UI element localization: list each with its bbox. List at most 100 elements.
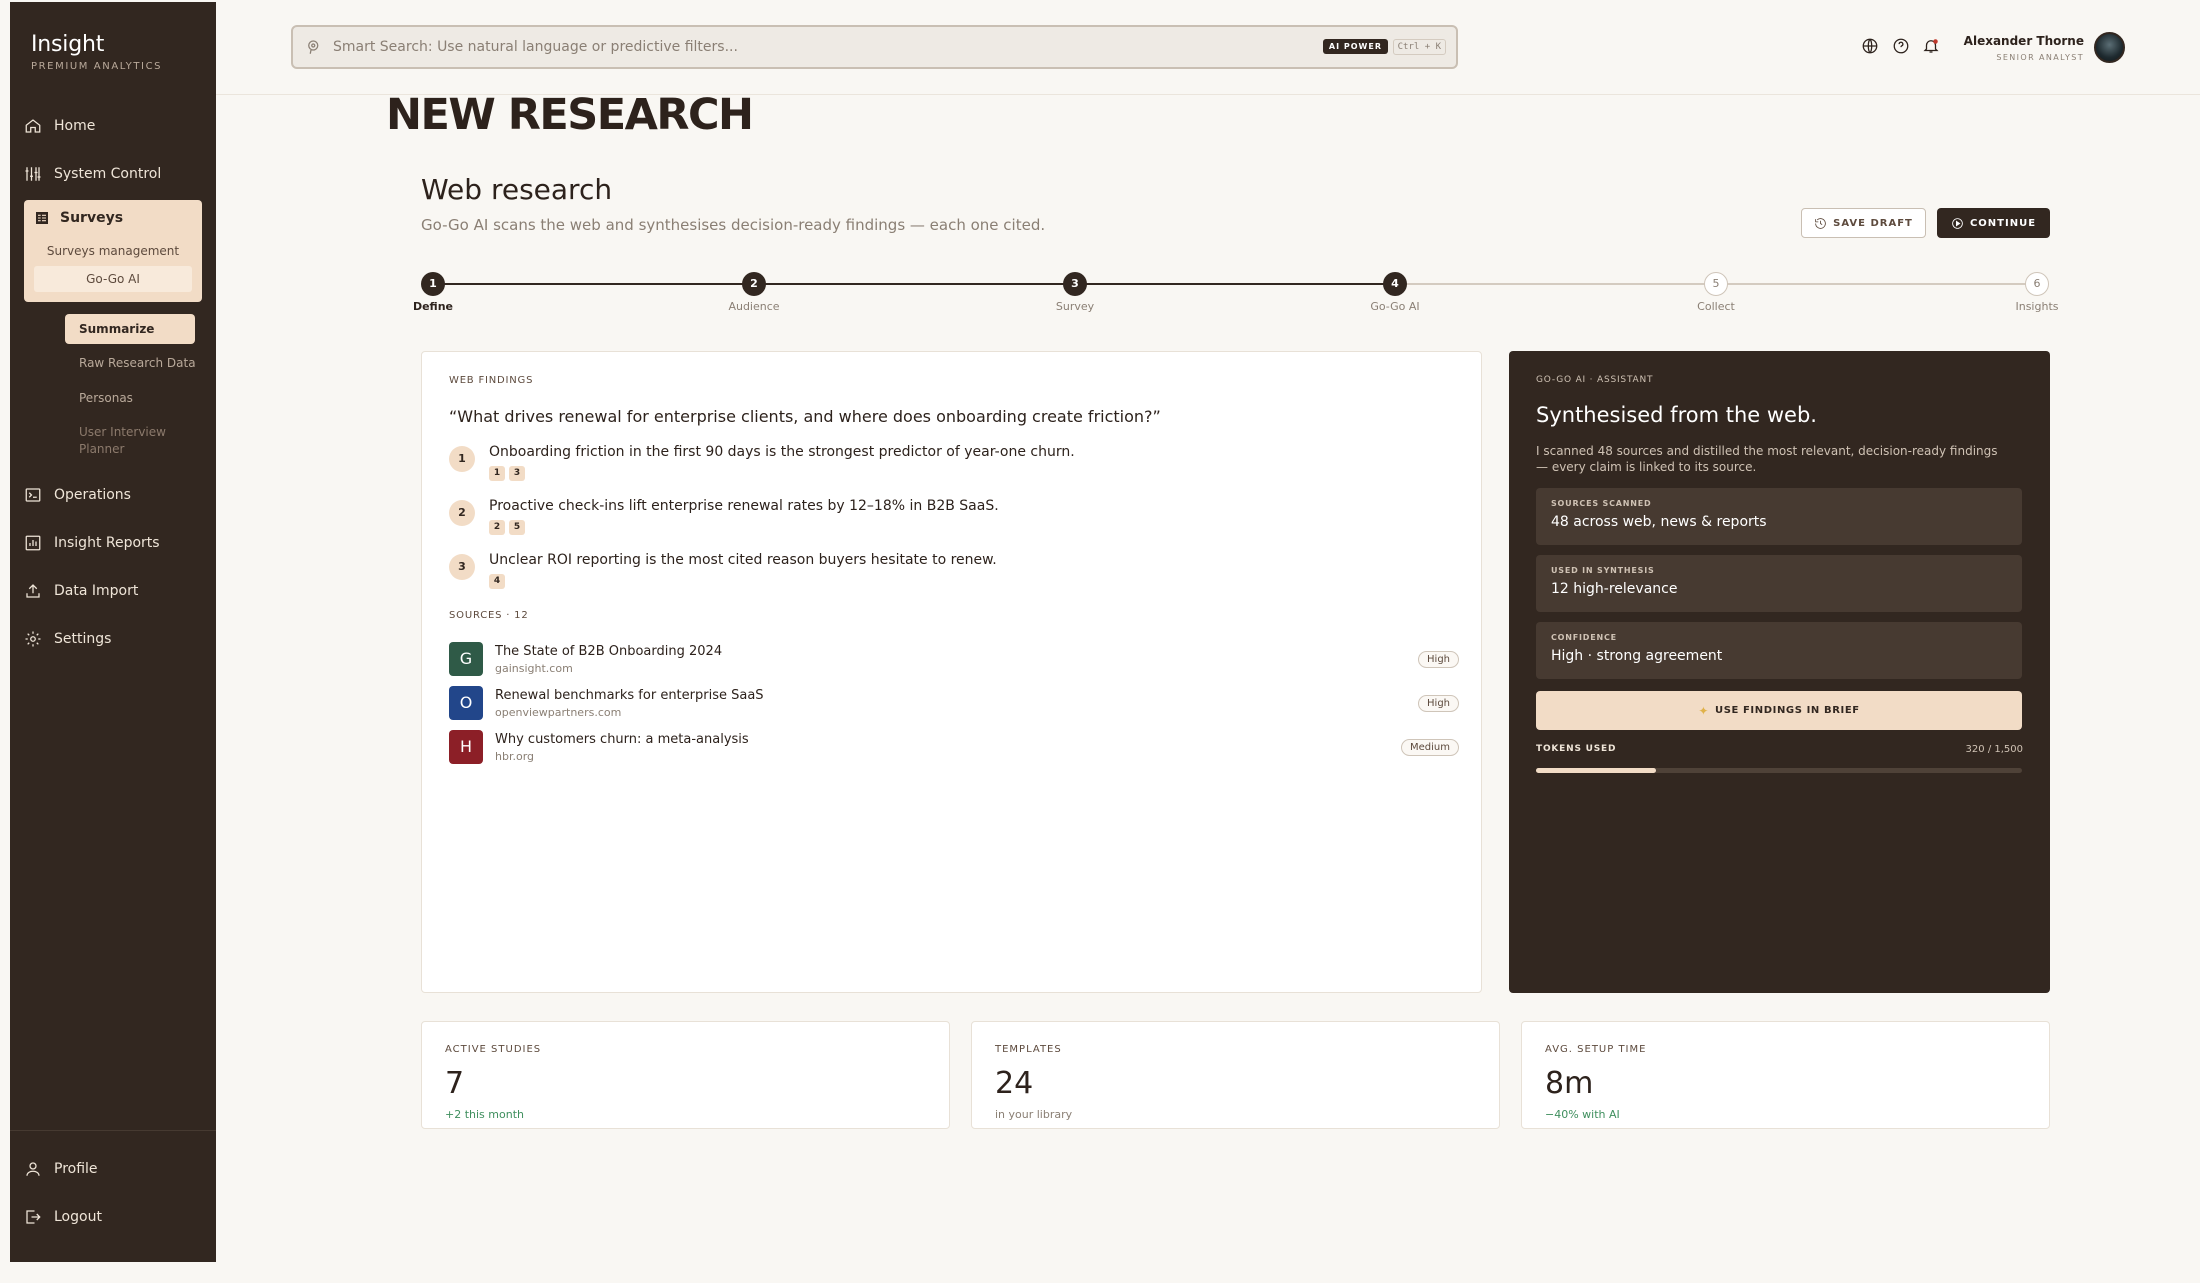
sidebar-item-label: Surveys — [60, 210, 124, 226]
step-5-dot[interactable]: 5 — [1704, 272, 1728, 296]
source-logo: G — [449, 642, 483, 676]
metric-label: ACTIVE STUDIES — [445, 1044, 542, 1055]
sidebar-item-summarize[interactable]: Summarize — [65, 314, 195, 344]
stat-label: SOURCES SCANNED — [1551, 499, 1652, 508]
sidebar-item-insight-reports[interactable]: Insight Reports — [24, 529, 160, 557]
bell-icon[interactable] — [1922, 37, 1940, 55]
citation-chip[interactable]: 5 — [509, 520, 525, 535]
sources-label: SOURCES · 12 — [449, 610, 529, 621]
web-findings-card: WEB FINDINGS “What drives renewal for en… — [421, 351, 1482, 993]
sidebar-divider — [10, 1130, 216, 1131]
source-title: Why customers churn: a meta-analysis — [495, 732, 749, 747]
metric-card-avg-setup-time: AVG. SETUP TIME 8m −40% with AI — [1521, 1021, 2050, 1129]
sidebar-item-operations[interactable]: Operations — [24, 481, 131, 509]
sidebar-item-surveys-management[interactable]: Surveys management — [24, 244, 202, 258]
findings-eyebrow: WEB FINDINGS — [449, 375, 534, 386]
sidebar-item-gogo-ai[interactable]: Go-Go AI — [34, 266, 192, 292]
stat-confidence: CONFIDENCE High · strong agreement — [1536, 622, 2022, 679]
citation-chip[interactable]: 2 — [489, 520, 505, 535]
source-title: The State of B2B Onboarding 2024 — [495, 644, 723, 659]
section-subtitle: Go-Go AI scans the web and synthesises d… — [421, 216, 1046, 234]
finding-number: 3 — [449, 554, 475, 580]
sidebar-item-personas[interactable]: Personas — [79, 391, 133, 405]
sidebar-item-label: Home — [54, 118, 96, 134]
brand: Insight PREMIUM ANALYTICS — [31, 32, 162, 72]
sidebar-item-label: System Control — [54, 166, 162, 182]
sidebar: Insight PREMIUM ANALYTICS Home System Co… — [10, 2, 216, 1262]
sidebar-item-label: Profile — [54, 1161, 98, 1177]
citation-chip[interactable]: 4 — [489, 574, 505, 589]
globe-icon[interactable] — [1861, 37, 1879, 55]
metric-value: 8m — [1545, 1066, 1594, 1101]
tokens-count: 320 / 1,500 — [1965, 744, 2023, 755]
assistant-eyebrow: GO-GO AI · ASSISTANT — [1536, 375, 1654, 385]
finding-number: 2 — [449, 500, 475, 526]
logout-icon — [26, 1210, 41, 1224]
sliders-icon — [25, 167, 41, 181]
metric-label: AVG. SETUP TIME — [1545, 1044, 1647, 1055]
sidebar-item-data-import[interactable]: Data Import — [24, 577, 138, 605]
stat-used-in-synthesis: USED IN SYNTHESIS 12 high-relevance — [1536, 555, 2022, 612]
sidebar-item-home[interactable]: Home — [24, 112, 95, 140]
help-icon[interactable] — [1892, 37, 1910, 55]
citation-chip[interactable]: 3 — [509, 466, 525, 481]
assistant-panel: GO-GO AI · ASSISTANT Synthesised from th… — [1509, 351, 2050, 993]
step-3-label: Survey — [1055, 300, 1095, 313]
metric-card-templates: TEMPLATES 24 in your library — [971, 1021, 1500, 1129]
source-row[interactable]: O Renewal benchmarks for enterprise SaaS… — [449, 686, 1459, 722]
tokens-label: TOKENS USED — [1536, 744, 1617, 754]
home-icon — [25, 119, 41, 133]
user-name: Alexander Thorne — [1963, 34, 2084, 48]
assistant-description: I scanned 48 sources and distilled the m… — [1536, 444, 1998, 474]
source-logo: O — [449, 686, 483, 720]
sidebar-item-profile[interactable]: Profile — [24, 1155, 98, 1183]
play-circle-icon — [1952, 217, 1963, 229]
continue-button[interactable]: CONTINUE — [1937, 208, 2050, 238]
save-draft-button[interactable]: SAVE DRAFT — [1801, 208, 1926, 238]
step-2-dot[interactable]: 2 — [742, 272, 766, 296]
ai-power-badge: AI POWER — [1322, 39, 1388, 54]
keyboard-shortcut-hint: Ctrl + K — [1392, 39, 1446, 55]
table-icon — [36, 212, 48, 224]
metric-note: −40% with AI — [1545, 1108, 1620, 1121]
step-6-label: Insights — [2015, 300, 2059, 313]
sidebar-item-logout[interactable]: Logout — [24, 1203, 102, 1231]
step-3-dot[interactable]: 3 — [1063, 272, 1087, 296]
history-icon — [1815, 217, 1826, 229]
citation-chip[interactable]: 1 — [489, 466, 505, 481]
metric-note: in your library — [995, 1108, 1073, 1121]
terminal-icon — [25, 488, 41, 502]
stat-value: 12 high-relevance — [1551, 581, 1678, 597]
stepper-progress — [433, 283, 1395, 285]
metric-card-active-studies: ACTIVE STUDIES 7 +2 this month — [421, 1021, 950, 1129]
step-4-label: Go-Go AI — [1370, 300, 1420, 313]
sidebar-item-raw-research-data[interactable]: Raw Research Data — [79, 356, 196, 370]
step-2-label: Audience — [728, 300, 780, 313]
relevance-badge: High — [1418, 695, 1459, 712]
tokens-progress-fill — [1536, 768, 1656, 773]
metric-label: TEMPLATES — [995, 1044, 1062, 1055]
sidebar-item-surveys[interactable]: Surveys — [34, 210, 123, 226]
source-logo: H — [449, 730, 483, 764]
source-row[interactable]: H Why customers churn: a meta-analysis h… — [449, 730, 1459, 766]
step-1-dot[interactable]: 1 — [421, 272, 445, 296]
sidebar-item-system-control[interactable]: System Control — [24, 160, 161, 188]
step-1-label: Define — [412, 300, 454, 313]
finding-text: Onboarding friction in the first 90 days… — [489, 444, 1075, 460]
sidebar-item-user-interview-planner[interactable]: User Interview Planner — [79, 424, 189, 458]
use-findings-button[interactable]: ✦ USE FINDINGS IN BRIEF — [1536, 691, 2022, 730]
step-5-label: Collect — [1697, 300, 1735, 313]
source-row[interactable]: G The State of B2B Onboarding 2024 gains… — [449, 642, 1459, 678]
brand-subtitle: PREMIUM ANALYTICS — [31, 61, 163, 72]
section-title: Web research — [421, 173, 613, 206]
use-findings-label: USE FINDINGS IN BRIEF — [1714, 705, 1860, 716]
metric-note: +2 this month — [445, 1108, 524, 1121]
sidebar-item-settings[interactable]: Settings — [24, 625, 111, 653]
search-input[interactable] — [333, 27, 1213, 67]
avatar[interactable] — [2094, 32, 2125, 63]
step-4-dot[interactable]: 4 — [1383, 272, 1407, 296]
sparkle-icon: ✦ — [1698, 703, 1709, 718]
finding-number: 1 — [449, 446, 475, 472]
source-title: Renewal benchmarks for enterprise SaaS — [495, 688, 764, 703]
step-6-dot[interactable]: 6 — [2025, 272, 2049, 296]
